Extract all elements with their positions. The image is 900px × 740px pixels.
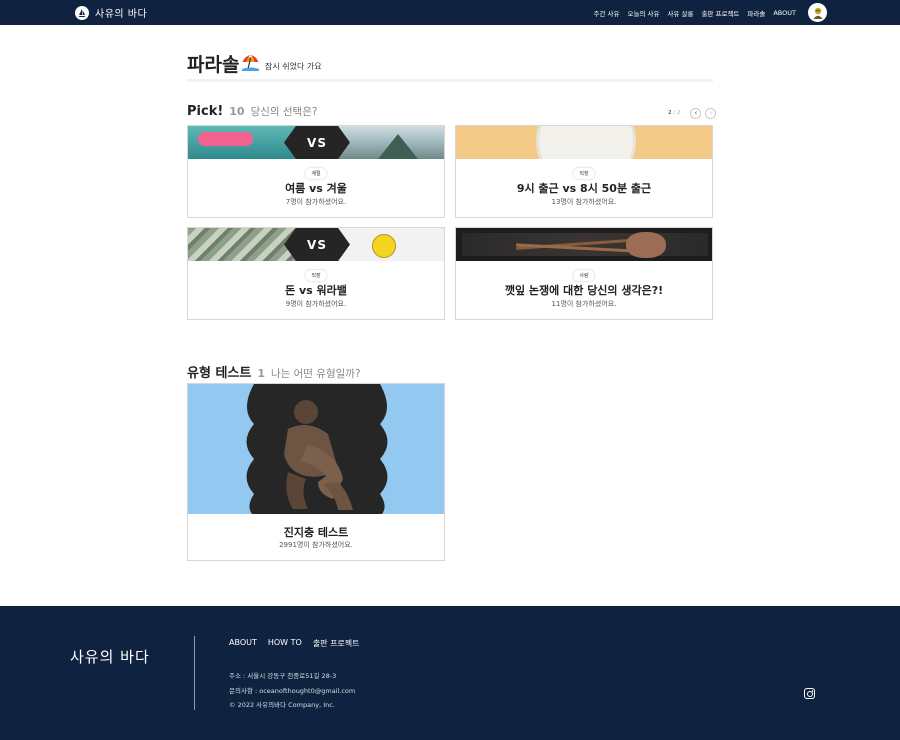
footer-divider bbox=[194, 636, 195, 710]
brand-name: 사유의 바다 bbox=[95, 9, 148, 20]
footer-brand: 사유의 바다 bbox=[70, 648, 150, 666]
category-tag: 직장 bbox=[305, 270, 327, 281]
participant-count: 9명이 참가하셨어요. bbox=[285, 300, 347, 308]
footer-link-publish[interactable]: 출판 프로젝트 bbox=[313, 638, 360, 649]
page-title: 파라솔 bbox=[187, 54, 240, 76]
typetest-heading: 유형 테스트 1 나는 어떤 유형일까? bbox=[187, 362, 361, 381]
sailboat-logo-icon bbox=[75, 5, 89, 20]
thinker-image bbox=[188, 384, 444, 514]
footer-contact: 문의사항 : oceanofthought0@gmail.com bbox=[229, 687, 356, 695]
chevron-left-icon: ‹ bbox=[694, 108, 698, 117]
pick-title: Pick! bbox=[187, 104, 224, 119]
test-title: 진지충 테스트 bbox=[283, 526, 349, 539]
avatar-icon bbox=[813, 7, 822, 19]
profile-avatar[interactable] bbox=[808, 3, 827, 22]
brand-link[interactable]: 사유의 바다 bbox=[75, 4, 147, 21]
category-tag: 계절 bbox=[305, 168, 327, 179]
card-image-clock bbox=[456, 126, 712, 159]
pick-count: 10 bbox=[229, 105, 245, 118]
typetest-title: 유형 테스트 bbox=[187, 366, 252, 381]
chevron-right-icon: › bbox=[709, 108, 713, 117]
nav-salon[interactable]: 사유 살롱 bbox=[667, 8, 693, 18]
pick-card-money-balance[interactable]: VS 직장 돈 vs 워라밸 9명이 참가하셨어요. bbox=[187, 227, 445, 320]
footer-copyright: © 2022 사유의바다 Company, Inc. bbox=[229, 701, 335, 709]
typetest-count: 1 bbox=[257, 367, 265, 380]
pick-card-commute-time[interactable]: 직장 9시 출근 vs 8시 50분 출근 13명이 참가하셨어요. bbox=[455, 125, 713, 218]
instagram-icon[interactable] bbox=[804, 688, 815, 699]
prev-page-button[interactable]: ‹ bbox=[690, 107, 702, 119]
typetest-subtitle: 나는 어떤 유형일까? bbox=[270, 368, 361, 380]
pager-total: 2 bbox=[676, 110, 681, 116]
pick-subtitle: 당신의 선택은? bbox=[250, 106, 318, 118]
vs-badge: VS bbox=[284, 126, 350, 159]
main-nav: 주간 사유 오늘의 사유 사유 살롱 출판 프로젝트 파라솔 ABOUT bbox=[585, 0, 796, 25]
vs-badge: VS bbox=[284, 228, 350, 261]
next-page-button[interactable]: › bbox=[705, 107, 717, 119]
card-title: 깻잎 논쟁에 대한 당신의 생각은?! bbox=[504, 284, 664, 297]
participant-count: 2991명이 참가하셨어요. bbox=[279, 541, 353, 549]
footer-link-howto[interactable]: HOW TO bbox=[268, 638, 302, 649]
card-title: 9시 출근 vs 8시 50분 출근 bbox=[516, 182, 652, 195]
page-subtitle: 잠시 쉬었다 가요 bbox=[265, 62, 322, 71]
footer-address: 주소 : 서울시 강동구 천중로51길 28-3 bbox=[229, 672, 337, 680]
nav-about[interactable]: ABOUT bbox=[773, 9, 796, 17]
pick-heading: Pick! 10 당신의 선택은? bbox=[187, 104, 317, 119]
thinker-statue-icon bbox=[246, 384, 388, 514]
top-navbar: 사유의 바다 주간 사유 오늘의 사유 사유 살롱 출판 프로젝트 파라솔 AB… bbox=[0, 0, 900, 25]
nav-today[interactable]: 오늘의 사유 bbox=[627, 8, 659, 18]
footer-links: ABOUT HOW TO 출판 프로젝트 bbox=[229, 638, 371, 649]
participant-count: 11명이 참가하셨어요. bbox=[551, 300, 617, 308]
footer: 사유의 바다 ABOUT HOW TO 출판 프로젝트 주소 : 서울시 강동구… bbox=[0, 606, 900, 740]
card-title: 돈 vs 워라밸 bbox=[285, 284, 347, 297]
header-divider bbox=[187, 79, 713, 82]
participant-count: 13명이 참가하셨어요. bbox=[551, 198, 617, 206]
pick-card-perilla-debate[interactable]: 사랑 깻잎 논쟁에 대한 당신의 생각은?! 11명이 참가하셨어요. bbox=[455, 227, 713, 320]
pick-pager: 2 / 2 ‹ › bbox=[668, 107, 717, 119]
alarm-clock-icon bbox=[372, 234, 396, 258]
card-image-money-balance: VS bbox=[188, 228, 444, 261]
pager-indicator: 2 / 2 bbox=[668, 110, 680, 116]
participant-count: 7명이 참가하셨어요. bbox=[285, 198, 347, 206]
nav-parasol[interactable]: 파라솔 bbox=[747, 8, 765, 18]
category-tag: 사랑 bbox=[573, 270, 595, 281]
nav-weekly[interactable]: 주간 사유 bbox=[593, 8, 619, 18]
card-title: 여름 vs 겨울 bbox=[285, 182, 347, 195]
card-image-chopsticks bbox=[456, 228, 712, 261]
category-tag: 직장 bbox=[573, 168, 595, 179]
nav-publish[interactable]: 출판 프로젝트 bbox=[701, 8, 739, 18]
pick-card-summer-winter[interactable]: VS 계절 여름 vs 겨울 7명이 참가하셨어요. bbox=[187, 125, 445, 218]
typetest-card[interactable]: 진지충 테스트 2991명이 참가하셨어요. bbox=[187, 383, 445, 561]
footer-link-about[interactable]: ABOUT bbox=[229, 638, 257, 649]
parasol-icon bbox=[241, 53, 260, 75]
card-image-summer-winter: VS bbox=[188, 126, 444, 159]
